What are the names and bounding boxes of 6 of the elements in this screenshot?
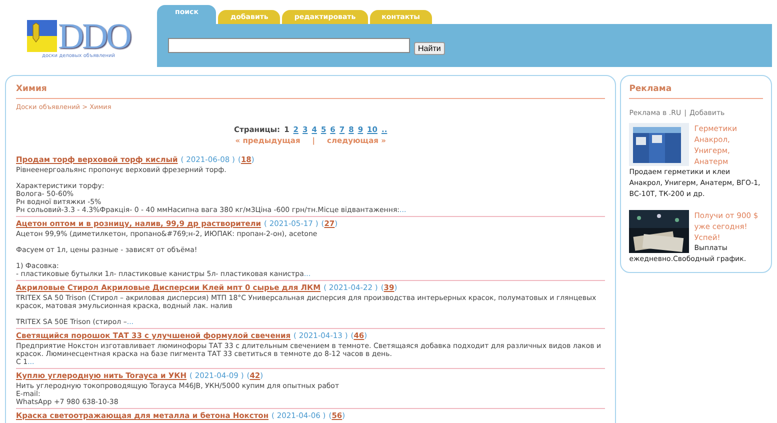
search-button[interactable]: Найти: [414, 42, 445, 54]
logo-text: DDO: [58, 21, 130, 51]
flag-emblem-icon: [27, 20, 57, 52]
section-title: Химия: [16, 82, 606, 99]
ads-title: Реклама: [629, 82, 763, 99]
search-field[interactable]: [168, 38, 410, 53]
